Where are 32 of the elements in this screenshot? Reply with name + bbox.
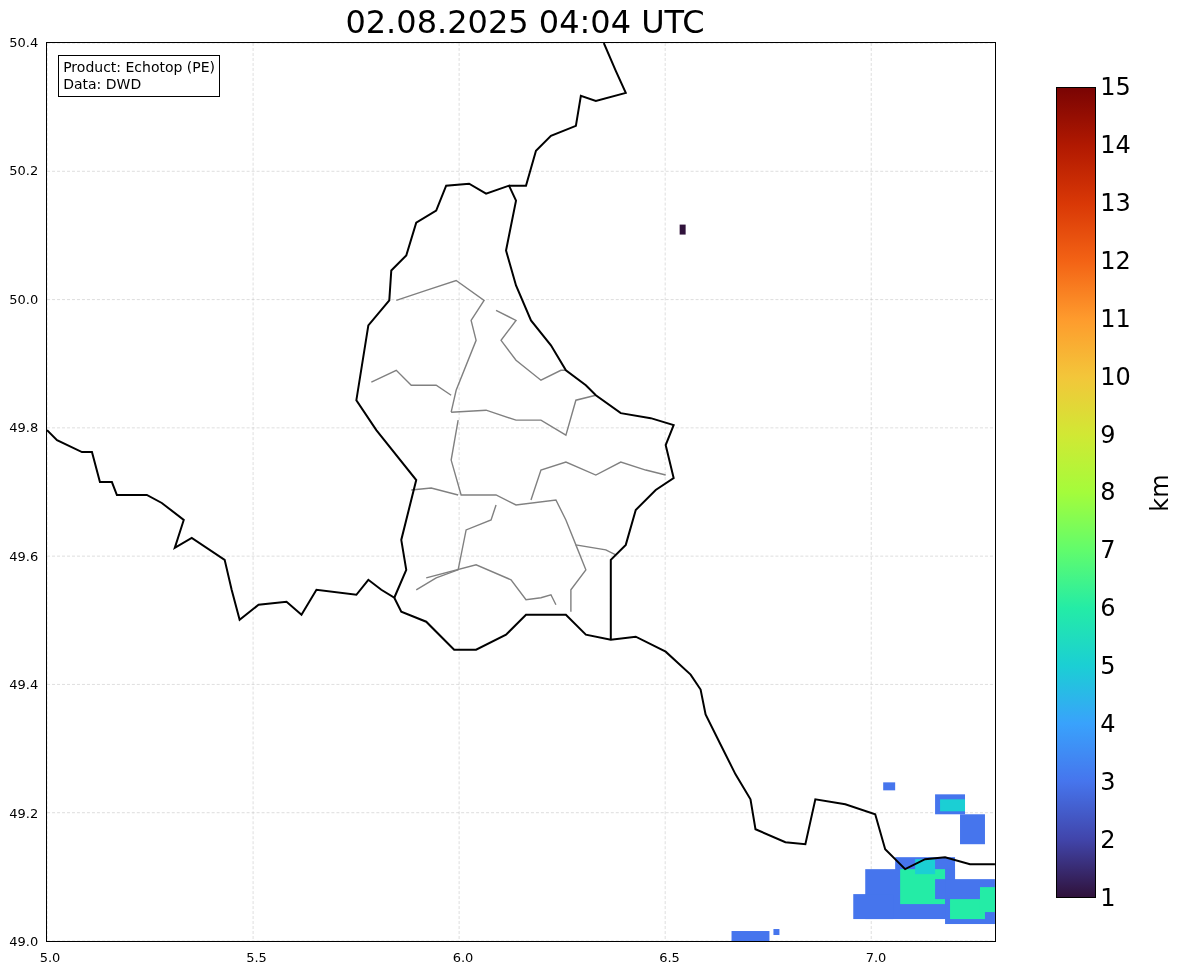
colorbar-tick-label: 3 [1100,768,1116,797]
colorbar-tick-label: 5 [1100,652,1116,681]
y-tick-label: 49.2 [9,805,39,821]
y-tick-label: 49.4 [9,677,39,693]
legend-text: Product: Echotop (PE) [63,59,216,76]
y-tick-label: 50.2 [9,163,39,179]
x-tick-label: 7.0 [865,950,887,965]
x-tick-label: 5.0 [39,950,61,965]
y-tick-label: 49.6 [9,548,39,564]
x-tick-label: 6.0 [452,950,474,965]
y-tick-label: 49.8 [9,420,39,436]
colorbar-tick-label: 10 [1100,362,1131,391]
colorbar-tick-label: 12 [1100,246,1131,275]
y-tick-label: 50.4 [9,34,39,50]
colorbar-tick-label: 15 [1100,73,1131,101]
colorbar-tick-label: 2 [1100,826,1116,854]
colorbar-label: km [1145,473,1174,512]
x-tick-label: 5.5 [246,950,267,965]
colorbar-tick-label: 11 [1100,304,1131,333]
colorbar-tick-label: 6 [1100,594,1116,623]
x-tick-label: 6.5 [659,950,680,965]
colorbar-tick-label: 14 [1100,130,1131,159]
chart-title: 02.08.2025 04:04 UTC [344,2,706,42]
colorbar-tick-label: 9 [1100,420,1116,449]
colorbar-tick-label: 4 [1100,710,1116,739]
colorbar-tick-label: 13 [1100,188,1131,217]
legend-text: Data: DWD [63,76,143,93]
colorbar-tick-label: 7 [1100,536,1116,565]
y-tick-label: 49.0 [9,934,39,950]
colorbar-tick-label: 1 [1100,883,1116,912]
colorbar-tick-label: 8 [1100,478,1116,507]
y-tick-label: 50.0 [9,291,39,307]
